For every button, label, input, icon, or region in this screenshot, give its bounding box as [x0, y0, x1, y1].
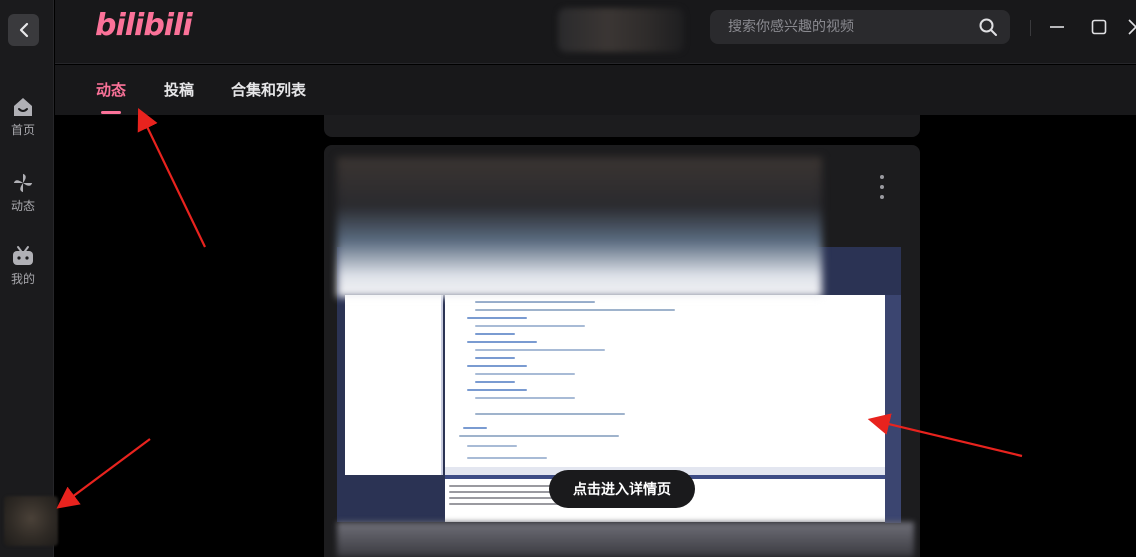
pinwheel-icon — [13, 173, 33, 193]
rail-item-mine[interactable]: 我的 — [0, 245, 46, 287]
bilibili-logo: bilibili — [95, 8, 193, 43]
view-details-button[interactable]: 点击进入详情页 — [549, 470, 695, 508]
chevron-left-icon — [19, 22, 28, 38]
feed-card[interactable]: 点击进入详情页 — [324, 145, 920, 557]
rail-item-label: 首页 — [10, 123, 35, 137]
avatar[interactable] — [4, 496, 58, 546]
tab-submissions[interactable]: 投稿 — [164, 79, 194, 100]
search-icon[interactable] — [978, 17, 998, 37]
feed-card-previous — [324, 115, 920, 137]
blurred-post-header — [337, 157, 822, 297]
maximize-button[interactable] — [1084, 12, 1114, 42]
header-divider — [1030, 20, 1031, 36]
rail-item-label: 动态 — [10, 199, 35, 213]
top-header: bilibili — [55, 0, 1136, 64]
minimize-button[interactable] — [1042, 12, 1072, 42]
close-icon — [1128, 19, 1136, 35]
screenshot-solution-panel — [345, 295, 443, 475]
active-tab-indicator — [101, 111, 121, 114]
tab-bar: 动态 投稿 合集和列表 — [55, 65, 1136, 115]
rail-item-label: 我的 — [10, 272, 35, 286]
left-rail: 首页 动态 我的 — [0, 0, 58, 557]
rail-item-home[interactable]: 首页 — [0, 96, 46, 138]
app-window: 首页 动态 我的 bilibili 搜索你感兴趣的视频 动态 投稿 合集和列表 … — [0, 0, 1136, 557]
blurred-header-element — [558, 8, 684, 52]
minimize-icon — [1050, 26, 1064, 28]
search-input[interactable] — [728, 19, 978, 35]
back-button[interactable] — [8, 14, 39, 46]
arrow-to-avatar — [56, 438, 151, 509]
tab-collections[interactable]: 合集和列表 — [231, 79, 306, 100]
maximize-icon — [1091, 19, 1107, 35]
rail-item-dynamic[interactable]: 动态 — [0, 172, 46, 214]
screenshot-right-toolbar — [885, 295, 901, 523]
tv-icon — [13, 246, 33, 265]
screenshot-code-editor — [445, 295, 885, 467]
close-button[interactable] — [1121, 12, 1136, 42]
home-icon — [14, 98, 32, 116]
more-options-icon[interactable] — [872, 175, 892, 199]
blurred-card-footer — [337, 522, 914, 557]
tab-dynamic[interactable]: 动态 — [96, 79, 126, 100]
arrow-to-dynamic-tab — [137, 108, 206, 248]
search-box[interactable] — [710, 10, 1010, 44]
